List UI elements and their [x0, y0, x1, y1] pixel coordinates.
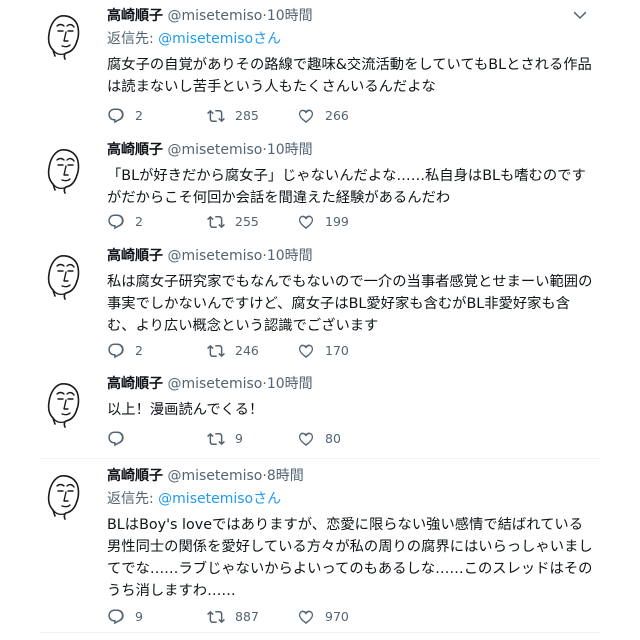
reply-prefix: 返信先:	[107, 31, 154, 47]
tweet-text: 「BLが好きだから腐女子」じゃないんだよな……私自身はBLも嗜むのですがだからこ…	[107, 168, 586, 206]
tweet-actions: 2 255 199	[40, 212, 440, 232]
reply-button[interactable]: 9	[107, 607, 143, 627]
like-icon	[297, 608, 315, 626]
reply-count: 2	[135, 214, 143, 229]
like-icon	[297, 342, 315, 360]
author-name[interactable]: 高崎順子	[107, 248, 163, 264]
retweet-icon	[207, 342, 225, 360]
author-handle[interactable]: @misetemiso	[167, 8, 262, 24]
avatar[interactable]	[40, 10, 90, 60]
retweet-count: 9	[235, 431, 243, 446]
author-name[interactable]: 高崎順子	[107, 142, 163, 158]
like-count: 170	[325, 343, 349, 358]
retweet-icon	[207, 430, 225, 448]
timestamp[interactable]: 10時間	[267, 142, 313, 158]
retweet-button[interactable]: 887	[207, 607, 259, 627]
like-button[interactable]: 970	[297, 607, 349, 627]
reply-count: 2	[135, 108, 143, 123]
author-handle[interactable]: @misetemiso	[167, 376, 262, 392]
tweet-header: 高崎順子 @misetemiso·10時間	[107, 140, 597, 160]
retweet-count: 246	[235, 343, 259, 358]
reply-mention-link[interactable]: @misetemisoさん	[158, 31, 281, 47]
retweet-button[interactable]: 255	[207, 212, 259, 232]
tweet-text: 腐女子の自覚がありその路線で趣味&交流活動をしていてもBLとされる作品は読まない…	[107, 57, 592, 95]
reply-icon	[107, 342, 125, 360]
author-handle[interactable]: @misetemiso	[167, 248, 262, 264]
like-count: 80	[325, 431, 341, 446]
retweet-count: 285	[235, 108, 259, 123]
reply-button[interactable]: 2	[107, 341, 143, 361]
reply-count: 2	[135, 343, 143, 358]
reply-button[interactable]: 2	[107, 106, 143, 126]
like-count: 266	[325, 108, 349, 123]
like-button[interactable]: 266	[297, 106, 349, 126]
reply-context: 返信先: @misetemisoさん	[107, 489, 597, 509]
retweet-count: 887	[235, 609, 259, 624]
tweet-header: 高崎順子 @misetemiso·8時間	[107, 466, 597, 486]
tweet-text: 私は腐女子研究家でもなんでもないので一介の当事者感覚とせまーい範囲の事実でしかな…	[107, 274, 593, 334]
author-name[interactable]: 高崎順子	[107, 8, 163, 24]
timestamp[interactable]: 10時間	[267, 248, 313, 264]
like-button[interactable]: 170	[297, 341, 349, 361]
tweet-actions: 9 80	[40, 429, 440, 449]
avatar[interactable]	[40, 470, 90, 520]
like-icon	[297, 430, 315, 448]
timestamp[interactable]: 8時間	[267, 468, 304, 484]
like-button[interactable]: 80	[297, 429, 341, 449]
tweet-divider	[40, 632, 600, 633]
avatar[interactable]	[40, 250, 90, 300]
timestamp[interactable]: 10時間	[267, 376, 313, 392]
retweet-button[interactable]: 285	[207, 106, 259, 126]
tweet-divider	[40, 458, 600, 459]
reply-icon	[107, 608, 125, 626]
retweet-button[interactable]: 246	[207, 341, 259, 361]
author-handle[interactable]: @misetemiso	[167, 468, 262, 484]
retweet-icon	[207, 213, 225, 231]
tweet-header: 高崎順子 @misetemiso·10時間	[107, 6, 597, 26]
like-button[interactable]: 199	[297, 212, 349, 232]
author-name[interactable]: 高崎順子	[107, 376, 163, 392]
reply-prefix: 返信先:	[107, 491, 154, 507]
tweet-actions: 9 887 970	[40, 607, 440, 627]
tweet-text: BLはBoy's loveではありますが、恋愛に限らない強い感情で結ばれている男…	[107, 517, 593, 599]
tweet-actions: 2 285 266	[40, 106, 440, 126]
more-caret-icon[interactable]	[571, 6, 591, 26]
like-count: 199	[325, 214, 349, 229]
retweet-button[interactable]: 9	[207, 429, 243, 449]
avatar[interactable]	[40, 378, 90, 428]
reply-icon	[107, 107, 125, 125]
author-handle[interactable]: @misetemiso	[167, 142, 262, 158]
timestamp[interactable]: 10時間	[267, 8, 313, 24]
author-name[interactable]: 高崎順子	[107, 468, 163, 484]
reply-icon	[107, 430, 125, 448]
tweet-header: 高崎順子 @misetemiso·10時間	[107, 246, 597, 266]
retweet-count: 255	[235, 214, 259, 229]
tweet-header: 高崎順子 @misetemiso·10時間	[107, 374, 597, 394]
tweet-actions: 2 246 170	[40, 341, 440, 361]
reply-mention-link[interactable]: @misetemisoさん	[158, 491, 281, 507]
tweet-text: 以上！漫画読んでくる！	[107, 402, 264, 418]
retweet-icon	[207, 608, 225, 626]
retweet-icon	[207, 107, 225, 125]
reply-icon	[107, 213, 125, 231]
reply-context: 返信先: @misetemisoさん	[107, 29, 597, 49]
like-icon	[297, 213, 315, 231]
like-count: 970	[325, 609, 349, 624]
reply-count: 9	[135, 609, 143, 624]
reply-button[interactable]	[107, 429, 135, 449]
avatar[interactable]	[40, 144, 90, 194]
reply-button[interactable]: 2	[107, 212, 143, 232]
like-icon	[297, 107, 315, 125]
